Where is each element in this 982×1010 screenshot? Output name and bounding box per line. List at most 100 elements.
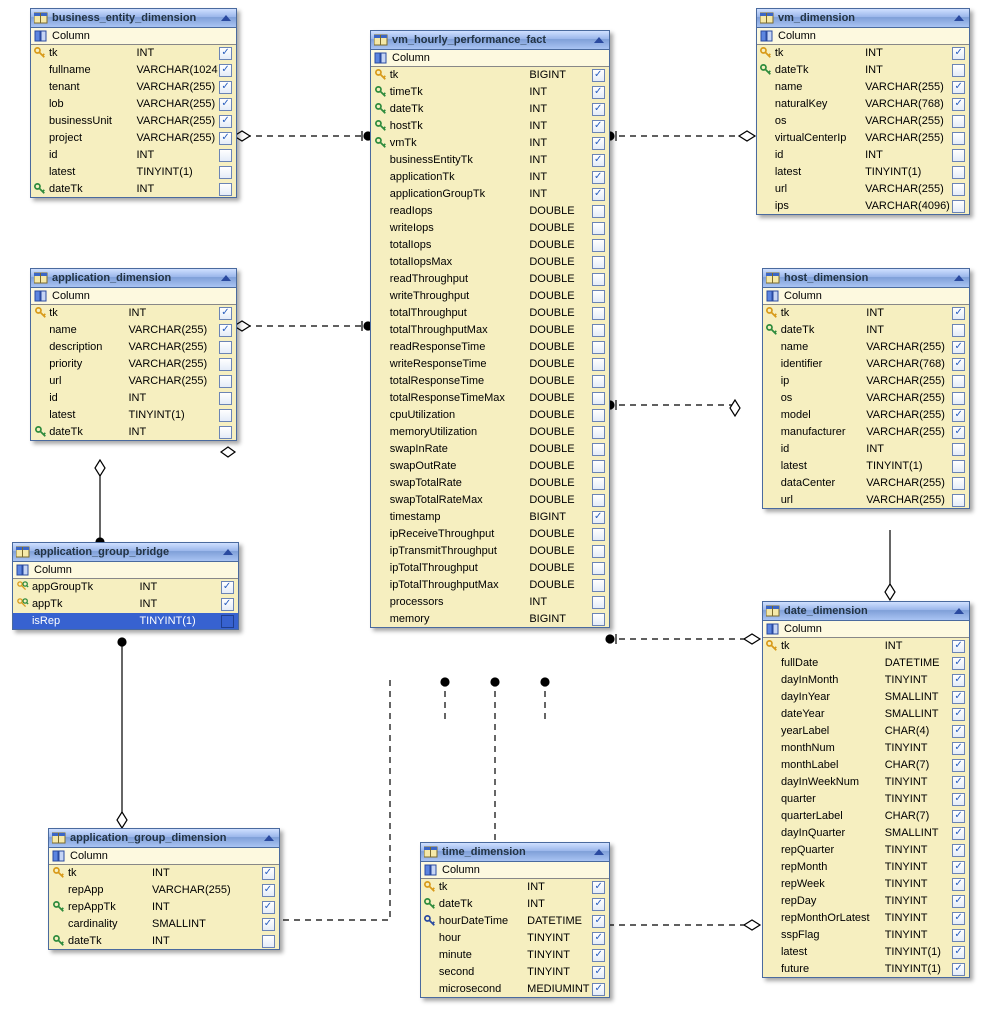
index-checkbox[interactable] [952, 912, 965, 925]
entity-application_group_dimension[interactable]: application_group_dimensionColumntkINTre… [48, 828, 280, 950]
entity-titlebar[interactable]: application_group_dimension [49, 829, 279, 848]
index-checkbox[interactable] [592, 494, 605, 507]
column-row[interactable]: cpuUtilizationDOUBLE [371, 407, 609, 424]
index-checkbox[interactable] [219, 98, 232, 111]
index-checkbox[interactable] [592, 949, 605, 962]
column-row[interactable]: hourDateTimeDATETIME [421, 913, 609, 930]
index-checkbox[interactable] [952, 358, 965, 371]
index-checkbox[interactable] [592, 898, 605, 911]
collapse-icon[interactable] [952, 13, 966, 23]
column-row[interactable]: repQuarterTINYINT [763, 842, 969, 859]
column-row[interactable]: nameVARCHAR(255) [763, 339, 969, 356]
column-row[interactable]: monthNumTINYINT [763, 740, 969, 757]
column-row[interactable]: swapInRateDOUBLE [371, 441, 609, 458]
entity-titlebar[interactable]: vm_dimension [757, 9, 969, 28]
index-checkbox[interactable] [592, 375, 605, 388]
column-row[interactable]: readResponseTimeDOUBLE [371, 339, 609, 356]
column-row[interactable]: isRepTINYINT(1) [13, 613, 238, 629]
column-row[interactable]: tkINT [757, 45, 969, 62]
column-row[interactable]: idINT [31, 147, 236, 164]
index-checkbox[interactable] [952, 742, 965, 755]
column-row[interactable]: tkINT [31, 305, 236, 322]
index-checkbox[interactable] [219, 81, 232, 94]
entity-application_dimension[interactable]: application_dimensionColumntkINTnameVARC… [30, 268, 237, 441]
entity-vm_hourly_performance_fact[interactable]: vm_hourly_performance_factColumntkBIGINT… [370, 30, 610, 628]
column-row[interactable]: repAppVARCHAR(255) [49, 882, 279, 899]
column-row[interactable]: tenantVARCHAR(255) [31, 79, 236, 96]
entity-time_dimension[interactable]: time_dimensionColumntkINTdateTkINThourDa… [420, 842, 610, 998]
collapse-icon[interactable] [219, 273, 233, 283]
column-row[interactable]: minuteTINYINT [421, 947, 609, 964]
column-row[interactable]: tkINT [763, 305, 969, 322]
entity-business_entity_dimension[interactable]: business_entity_dimensionColumntkINTfull… [30, 8, 237, 198]
index-checkbox[interactable] [262, 935, 275, 948]
index-checkbox[interactable] [952, 115, 965, 128]
index-checkbox[interactable] [952, 98, 965, 111]
column-row[interactable]: manufacturerVARCHAR(255) [763, 424, 969, 441]
column-row[interactable]: latestTINYINT(1) [31, 164, 236, 181]
column-row[interactable]: futureTINYINT(1) [763, 961, 969, 977]
column-row[interactable]: appTkINT [13, 596, 238, 613]
index-checkbox[interactable] [262, 901, 275, 914]
index-checkbox[interactable] [221, 581, 234, 594]
column-row[interactable]: ipTotalThroughputMaxDOUBLE [371, 577, 609, 594]
column-row[interactable]: memoryBIGINT [371, 611, 609, 627]
index-checkbox[interactable] [592, 188, 605, 201]
index-checkbox[interactable] [592, 409, 605, 422]
column-row[interactable]: latestTINYINT(1) [757, 164, 969, 181]
index-checkbox[interactable] [262, 867, 275, 880]
index-checkbox[interactable] [952, 494, 965, 507]
index-checkbox[interactable] [952, 460, 965, 473]
column-row[interactable]: idINT [757, 147, 969, 164]
index-checkbox[interactable] [952, 47, 965, 60]
index-checkbox[interactable] [592, 545, 605, 558]
column-row[interactable]: osVARCHAR(255) [763, 390, 969, 407]
column-row[interactable]: ipsVARCHAR(4096) [757, 198, 969, 214]
index-checkbox[interactable] [592, 171, 605, 184]
column-row[interactable]: businessEntityTkINT [371, 152, 609, 169]
column-row[interactable]: dateTkINT [763, 322, 969, 339]
index-checkbox[interactable] [592, 562, 605, 575]
index-checkbox[interactable] [952, 963, 965, 976]
index-checkbox[interactable] [592, 528, 605, 541]
index-checkbox[interactable] [262, 884, 275, 897]
index-checkbox[interactable] [952, 200, 965, 213]
index-checkbox[interactable] [219, 149, 232, 162]
index-checkbox[interactable] [952, 409, 965, 422]
column-row[interactable]: totalIopsMaxDOUBLE [371, 254, 609, 271]
index-checkbox[interactable] [592, 579, 605, 592]
index-checkbox[interactable] [952, 878, 965, 891]
index-checkbox[interactable] [952, 640, 965, 653]
index-checkbox[interactable] [219, 409, 232, 422]
index-checkbox[interactable] [221, 615, 234, 628]
column-row[interactable]: ipTransmitThroughputDOUBLE [371, 543, 609, 560]
collapse-icon[interactable] [592, 847, 606, 857]
column-row[interactable]: swapTotalRateMaxDOUBLE [371, 492, 609, 509]
index-checkbox[interactable] [952, 708, 965, 721]
column-row[interactable]: repAppTkINT [49, 899, 279, 916]
index-checkbox[interactable] [592, 205, 605, 218]
index-checkbox[interactable] [952, 64, 965, 77]
index-checkbox[interactable] [952, 810, 965, 823]
column-row[interactable]: fullDateDATETIME [763, 655, 969, 672]
index-checkbox[interactable] [592, 324, 605, 337]
column-row[interactable]: modelVARCHAR(255) [763, 407, 969, 424]
collapse-icon[interactable] [952, 606, 966, 616]
column-row[interactable]: idINT [31, 390, 236, 407]
column-row[interactable]: fullnameVARCHAR(1024) [31, 62, 236, 79]
collapse-icon[interactable] [952, 273, 966, 283]
column-row[interactable]: nameVARCHAR(255) [31, 322, 236, 339]
index-checkbox[interactable] [952, 946, 965, 959]
index-checkbox[interactable] [952, 443, 965, 456]
column-row[interactable]: swapOutRateDOUBLE [371, 458, 609, 475]
index-checkbox[interactable] [592, 341, 605, 354]
column-row[interactable]: readThroughputDOUBLE [371, 271, 609, 288]
index-checkbox[interactable] [592, 256, 605, 269]
index-checkbox[interactable] [592, 392, 605, 405]
index-checkbox[interactable] [592, 222, 605, 235]
index-checkbox[interactable] [592, 290, 605, 303]
column-row[interactable]: latestTINYINT(1) [763, 944, 969, 961]
column-row[interactable]: dateTkINT [31, 181, 236, 197]
column-row[interactable]: totalResponseTimeMaxDOUBLE [371, 390, 609, 407]
entity-vm_dimension[interactable]: vm_dimensionColumntkINTdateTkINTnameVARC… [756, 8, 970, 215]
